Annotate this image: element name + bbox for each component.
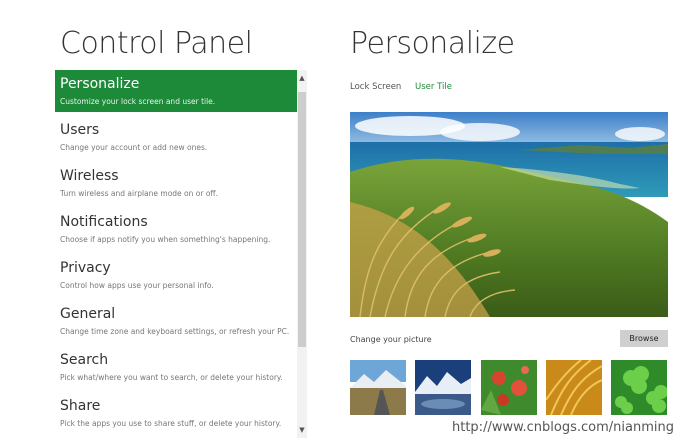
watermark-url: http://www.cnblogs.com/nianming	[452, 420, 674, 435]
sidebar-item-label: Users	[60, 122, 100, 138]
tab-user-tile[interactable]: User Tile	[415, 82, 452, 92]
change-picture-label: Change your picture	[350, 335, 432, 344]
sidebar-item-label: Privacy	[60, 260, 111, 276]
scroll-thumb[interactable]	[298, 92, 306, 347]
sidebar-item-description: Pick what/where you want to search, or d…	[60, 373, 283, 382]
sidebar-item-description: Turn wireless and airplane mode on or of…	[60, 189, 218, 198]
scroll-down-arrow-icon[interactable]: ▼	[297, 425, 307, 435]
red-flowers-thumbnail[interactable]	[481, 360, 537, 415]
lock-screen-preview-image	[350, 112, 668, 317]
mountain-road-thumbnail[interactable]	[350, 360, 406, 415]
sidebar-item-label: Search	[60, 352, 109, 368]
sidebar-item-label: Notifications	[60, 214, 148, 230]
scroll-up-arrow-icon[interactable]: ▲	[297, 73, 307, 83]
snowy-mountains-thumbnail[interactable]	[415, 360, 471, 415]
sidebar-item-description: Choose if apps notify you when something…	[60, 235, 271, 244]
browse-button[interactable]: Browse	[620, 330, 668, 347]
sidebar-item-privacy[interactable]: Privacy Control how apps use your person…	[55, 254, 297, 296]
sidebar-item-description: Customize your lock screen and user tile…	[60, 97, 216, 106]
sidebar-item-label: Personalize	[60, 76, 140, 92]
tab-lock-screen[interactable]: Lock Screen	[350, 82, 401, 92]
settings-list: Personalize Customize your lock screen a…	[55, 70, 297, 438]
sidebar-item-general[interactable]: General Change time zone and keyboard se…	[55, 300, 297, 342]
sidebar-item-description: Pick the apps you use to share stuff, or…	[60, 419, 282, 428]
sidebar-item-search[interactable]: Search Pick what/where you want to searc…	[55, 346, 297, 388]
sidebar-item-label: Share	[60, 398, 101, 414]
page-title-control-panel: Control Panel	[60, 26, 253, 61]
sidebar-item-description: Change time zone and keyboard settings, …	[60, 327, 290, 336]
sidebar-item-share[interactable]: Share Pick the apps you use to share stu…	[55, 392, 297, 434]
sidebar-item-description: Control how apps use your personal info.	[60, 281, 214, 290]
golden-grass-thumbnail[interactable]	[546, 360, 602, 415]
sidebar-item-wireless[interactable]: Wireless Turn wireless and airplane mode…	[55, 162, 297, 204]
sidebar-item-label: General	[60, 306, 116, 322]
clover-leaves-thumbnail[interactable]	[611, 360, 667, 415]
sidebar-item-users[interactable]: Users Change your account or add new one…	[55, 116, 297, 158]
page-title-personalize: Personalize	[350, 26, 515, 61]
sidebar-item-label: Wireless	[60, 168, 119, 184]
sidebar-item-notifications[interactable]: Notifications Choose if apps notify you …	[55, 208, 297, 250]
sidebar-item-description: Change your account or add new ones.	[60, 143, 208, 152]
sidebar-scrollbar[interactable]: ▲ ▼	[297, 70, 307, 438]
sidebar-item-personalize[interactable]: Personalize Customize your lock screen a…	[55, 70, 297, 112]
